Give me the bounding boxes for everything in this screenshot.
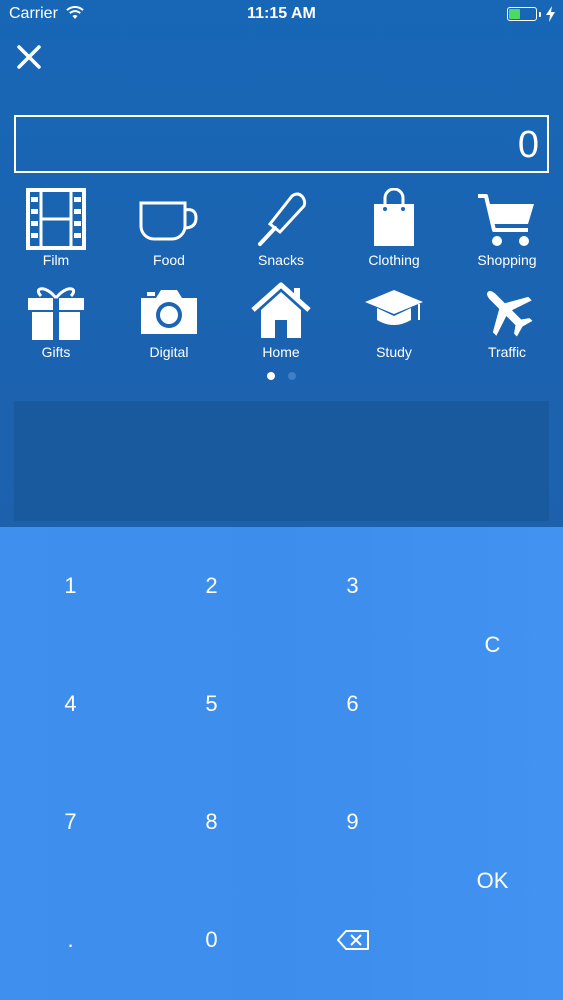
gift-icon bbox=[28, 287, 84, 340]
status-bar: Carrier 11:15 AM bbox=[0, 0, 563, 30]
category-clothing[interactable]: Clothing bbox=[338, 188, 450, 268]
category-label: Snacks bbox=[258, 252, 304, 268]
key-4[interactable]: 4 bbox=[0, 645, 141, 763]
amount-display: 0 bbox=[14, 115, 549, 173]
header-area: Carrier 11:15 AM 0 Film Food Snacks Clot… bbox=[0, 0, 563, 527]
category-study[interactable]: Study bbox=[338, 280, 450, 360]
status-time: 11:15 AM bbox=[247, 5, 316, 22]
ok-button[interactable]: OK bbox=[422, 763, 563, 999]
house-icon bbox=[251, 282, 311, 338]
key-6[interactable]: 6 bbox=[282, 645, 423, 763]
category-home[interactable]: Home bbox=[225, 280, 337, 360]
category-food[interactable]: Food bbox=[113, 188, 225, 268]
key-5[interactable]: 5 bbox=[141, 645, 282, 763]
battery-icon bbox=[507, 7, 537, 21]
category-label: Home bbox=[262, 344, 300, 360]
keypad: 1 2 3 C 4 5 6 7 8 9 OK . 0 bbox=[0, 527, 563, 1000]
key-0[interactable]: 0 bbox=[141, 881, 282, 999]
category-label: Film bbox=[42, 252, 70, 268]
category-label: Digital bbox=[149, 344, 189, 360]
key-3[interactable]: 3 bbox=[282, 527, 423, 645]
popsicle-icon bbox=[258, 192, 307, 246]
category-label: Gifts bbox=[41, 344, 71, 360]
key-decimal[interactable]: . bbox=[0, 881, 141, 999]
page-dot[interactable] bbox=[288, 372, 296, 380]
key-7[interactable]: 7 bbox=[0, 763, 141, 881]
key-8[interactable]: 8 bbox=[141, 763, 282, 881]
category-label: Study bbox=[376, 344, 412, 360]
charging-bolt-icon bbox=[546, 6, 555, 22]
page-indicator[interactable] bbox=[0, 372, 563, 382]
amount-value: 0 bbox=[517, 124, 539, 166]
cart-icon bbox=[478, 194, 534, 246]
category-traffic[interactable]: Traffic bbox=[451, 280, 563, 360]
page-dot-active[interactable] bbox=[267, 372, 275, 380]
cup-icon bbox=[139, 201, 198, 241]
camera-icon bbox=[141, 290, 197, 334]
key-2[interactable]: 2 bbox=[141, 527, 282, 645]
category-label: Traffic bbox=[487, 344, 527, 360]
category-label: Food bbox=[153, 252, 185, 268]
category-gifts[interactable]: Gifts bbox=[0, 280, 112, 360]
shopping-bag-icon bbox=[374, 188, 414, 246]
close-icon[interactable] bbox=[14, 42, 44, 72]
category-label: Shopping bbox=[477, 252, 537, 268]
category-digital[interactable]: Digital bbox=[113, 280, 225, 360]
category-snacks[interactable]: Snacks bbox=[225, 188, 337, 268]
note-input[interactable] bbox=[14, 401, 549, 521]
key-1[interactable]: 1 bbox=[0, 527, 141, 645]
film-icon bbox=[26, 188, 86, 250]
backspace-icon bbox=[336, 930, 369, 950]
clear-button[interactable]: C bbox=[422, 527, 563, 763]
category-shopping[interactable]: Shopping bbox=[451, 188, 563, 268]
category-film[interactable]: Film bbox=[0, 188, 112, 268]
airplane-icon bbox=[487, 291, 533, 337]
battery-tip bbox=[539, 12, 541, 17]
backspace-button[interactable] bbox=[282, 881, 423, 999]
graduation-cap-icon bbox=[365, 290, 423, 325]
key-9[interactable]: 9 bbox=[282, 763, 423, 881]
category-label: Clothing bbox=[368, 252, 420, 268]
